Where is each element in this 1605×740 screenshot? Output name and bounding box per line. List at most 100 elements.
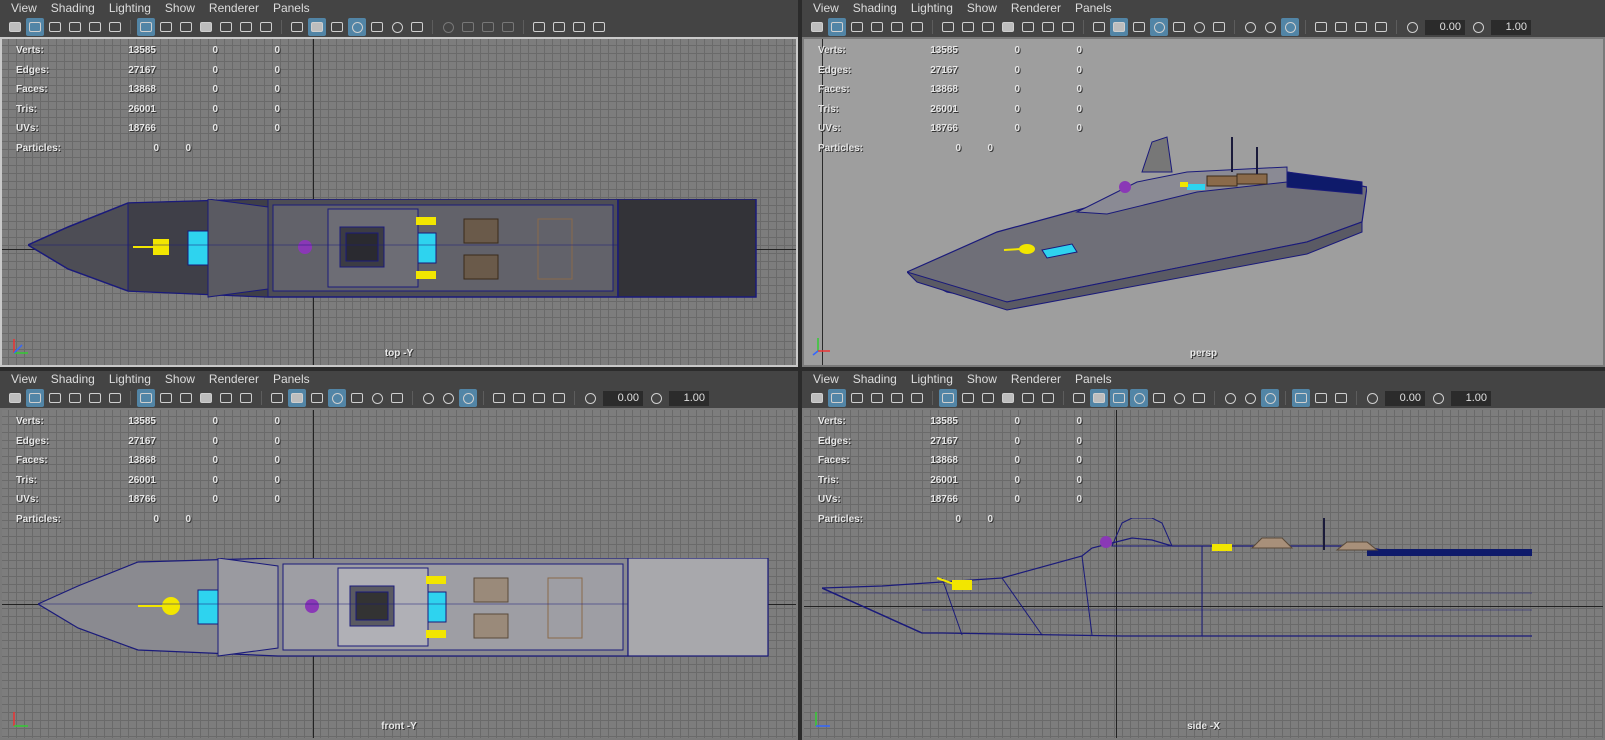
- exposure-field[interactable]: 0.00: [603, 390, 643, 406]
- textured-icon[interactable]: [1150, 389, 1168, 407]
- textured-icon[interactable]: [348, 389, 366, 407]
- smooth-shade-icon[interactable]: [1110, 18, 1128, 36]
- menu-show[interactable]: Show: [960, 0, 1004, 17]
- resolution-gate-icon[interactable]: [177, 389, 195, 407]
- grid-icon[interactable]: [939, 18, 957, 36]
- two-d-pan-icon[interactable]: [888, 18, 906, 36]
- viewport-canvas[interactable]: Verts: 13585 0 0 Edges: 27167 0 0 Faces: 13868 0…: [802, 408, 1605, 740]
- camera-backface-icon[interactable]: [590, 18, 608, 36]
- grease-pencil-icon[interactable]: [106, 18, 124, 36]
- bookmark-icon[interactable]: [46, 18, 64, 36]
- exposure-icon[interactable]: [1363, 389, 1381, 407]
- gate-mask-icon[interactable]: [197, 18, 215, 36]
- xray-active-components-icon[interactable]: [1332, 389, 1350, 407]
- motion-blur-icon[interactable]: [1261, 18, 1279, 36]
- menu-shading[interactable]: Shading: [846, 0, 904, 17]
- xray-active-components-icon[interactable]: [1352, 18, 1370, 36]
- field-chart-icon[interactable]: [1019, 389, 1037, 407]
- two-d-pan-icon[interactable]: [888, 389, 906, 407]
- screen-space-ao-icon[interactable]: [1221, 389, 1239, 407]
- field-chart-icon[interactable]: [217, 389, 235, 407]
- two-d-pan-icon[interactable]: [86, 389, 104, 407]
- gate-mask-icon[interactable]: [999, 389, 1017, 407]
- wireframe-on-shaded-icon[interactable]: [1110, 389, 1128, 407]
- xray-active-components-icon[interactable]: [530, 389, 548, 407]
- menu-renderer[interactable]: Renderer: [202, 0, 266, 17]
- menu-lighting[interactable]: Lighting: [102, 0, 158, 17]
- smooth-shade-icon[interactable]: [308, 18, 326, 36]
- field-chart-icon[interactable]: [217, 18, 235, 36]
- grid-icon[interactable]: [137, 18, 155, 36]
- viewport-front[interactable]: View Shading Lighting Show Renderer Pane…: [0, 371, 798, 740]
- menu-show[interactable]: Show: [158, 371, 202, 388]
- use-all-lights-icon[interactable]: [388, 18, 406, 36]
- xray-joints-icon[interactable]: [1332, 18, 1350, 36]
- shadows-icon[interactable]: [1190, 389, 1208, 407]
- resolution-gate-icon[interactable]: [979, 389, 997, 407]
- wireframe-icon[interactable]: [268, 389, 286, 407]
- bookmark-icon[interactable]: [848, 18, 866, 36]
- image-plane-icon[interactable]: [868, 18, 886, 36]
- field-chart-icon[interactable]: [1019, 18, 1037, 36]
- motion-blur-icon[interactable]: [1241, 389, 1259, 407]
- xray-icon[interactable]: [328, 389, 346, 407]
- bookmark-icon[interactable]: [848, 389, 866, 407]
- smooth-shade-icon[interactable]: [1090, 389, 1108, 407]
- film-gate-icon[interactable]: [959, 389, 977, 407]
- grease-pencil-icon[interactable]: [106, 389, 124, 407]
- camera-backface-icon[interactable]: [550, 389, 568, 407]
- camera-icon[interactable]: [6, 389, 24, 407]
- menu-shading[interactable]: Shading: [44, 0, 102, 17]
- xray-active-components-icon[interactable]: [570, 18, 588, 36]
- xray-icon[interactable]: [1130, 389, 1148, 407]
- textured-icon[interactable]: [368, 18, 386, 36]
- use-all-lights-icon[interactable]: [1190, 18, 1208, 36]
- viewport-canvas[interactable]: Verts: 13585 0 0 Edges: 27167 0 0 Faces: 13868 0…: [0, 408, 798, 740]
- anti-aliasing-icon[interactable]: [459, 389, 477, 407]
- anti-aliasing-icon[interactable]: [1281, 18, 1299, 36]
- camera-backface-icon[interactable]: [1372, 18, 1390, 36]
- motion-blur-icon[interactable]: [459, 18, 477, 36]
- use-all-lights-icon[interactable]: [368, 389, 386, 407]
- viewport-side[interactable]: View Shading Lighting Show Renderer Pane…: [802, 371, 1605, 740]
- menu-show[interactable]: Show: [158, 0, 202, 17]
- safe-action-icon[interactable]: [237, 389, 255, 407]
- camera-attributes-icon[interactable]: [828, 18, 846, 36]
- gamma-icon[interactable]: [1469, 18, 1487, 36]
- camera-attributes-icon[interactable]: [26, 18, 44, 36]
- gate-mask-icon[interactable]: [999, 18, 1017, 36]
- image-plane-icon[interactable]: [66, 18, 84, 36]
- exposure-icon[interactable]: [581, 389, 599, 407]
- safe-title-icon[interactable]: [257, 18, 275, 36]
- gamma-field[interactable]: 1.00: [1451, 390, 1491, 406]
- image-plane-icon[interactable]: [868, 389, 886, 407]
- film-gate-icon[interactable]: [959, 18, 977, 36]
- isolate-select-icon[interactable]: [490, 389, 508, 407]
- gamma-field[interactable]: 1.00: [669, 390, 709, 406]
- anti-aliasing-icon[interactable]: [479, 18, 497, 36]
- menu-renderer[interactable]: Renderer: [202, 371, 266, 388]
- screen-space-ao-icon[interactable]: [439, 18, 457, 36]
- xray-icon[interactable]: [1150, 18, 1168, 36]
- grease-pencil-icon[interactable]: [908, 389, 926, 407]
- safe-title-icon[interactable]: [1059, 18, 1077, 36]
- menu-panels[interactable]: Panels: [266, 0, 317, 17]
- xray-joints-icon[interactable]: [1312, 389, 1330, 407]
- wireframe-icon[interactable]: [1070, 389, 1088, 407]
- camera-attributes-icon[interactable]: [828, 389, 846, 407]
- wireframe-on-shaded-icon[interactable]: [308, 389, 326, 407]
- menu-panels[interactable]: Panels: [266, 371, 317, 388]
- viewport-persp[interactable]: View Shading Lighting Show Renderer Pane…: [802, 0, 1605, 367]
- camera-icon[interactable]: [808, 389, 826, 407]
- menu-lighting[interactable]: Lighting: [904, 0, 960, 17]
- image-plane-icon[interactable]: [66, 389, 84, 407]
- wireframe-on-shaded-icon[interactable]: [328, 18, 346, 36]
- motion-blur-icon[interactable]: [439, 389, 457, 407]
- menu-shading[interactable]: Shading: [44, 371, 102, 388]
- anti-aliasing-icon[interactable]: [1261, 389, 1279, 407]
- wireframe-on-shaded-icon[interactable]: [1130, 18, 1148, 36]
- shadows-icon[interactable]: [388, 389, 406, 407]
- film-gate-icon[interactable]: [157, 18, 175, 36]
- safe-action-icon[interactable]: [1039, 18, 1057, 36]
- menu-view[interactable]: View: [806, 0, 846, 17]
